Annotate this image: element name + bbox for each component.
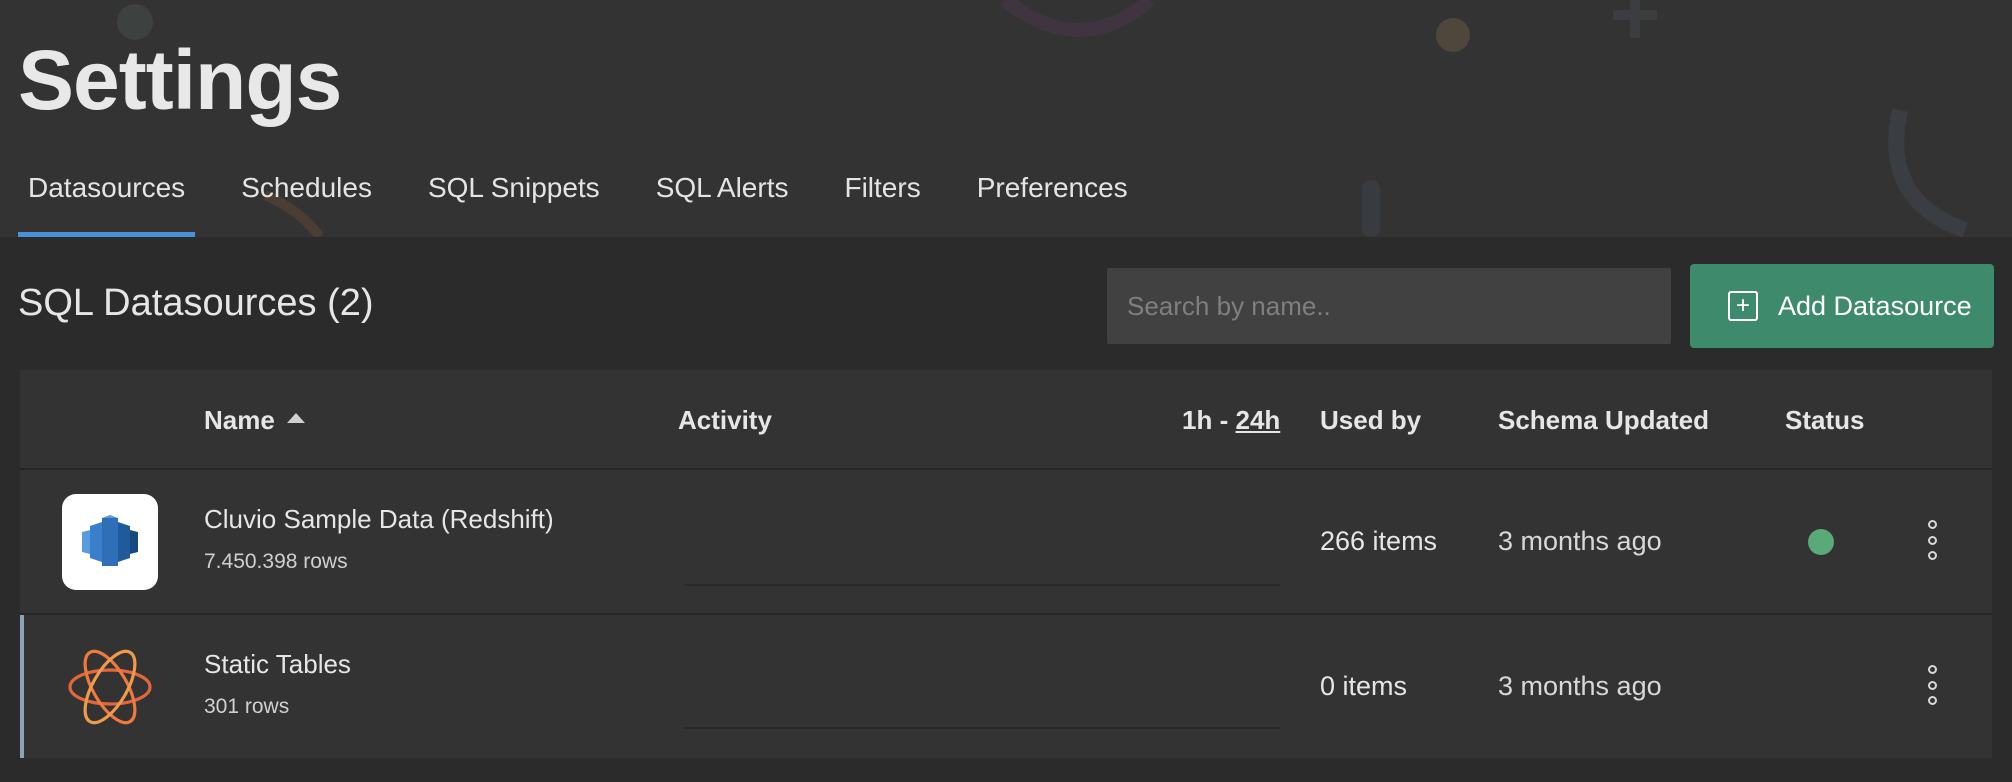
section-title: SQL Datasources (2) [18, 282, 374, 324]
more-options-icon[interactable] [1922, 520, 1942, 560]
schema-updated-time: 3 months ago [1498, 526, 1662, 556]
range-1h[interactable]: 1h [1182, 405, 1212, 435]
tab-datasources[interactable]: Datasources [18, 168, 196, 237]
datasource-name[interactable]: Cluvio Sample Data (Redshift) [204, 504, 554, 535]
tab-schedules[interactable]: Schedules [231, 168, 382, 237]
page-title: Settings [18, 33, 342, 127]
sort-ascending-icon [286, 413, 305, 423]
tab-preferences[interactable]: Preferences [967, 168, 1138, 237]
datasource-row-count: 7.450.398 rows [204, 550, 348, 573]
used-by-count: 0 items [1320, 671, 1408, 701]
search-input[interactable] [1107, 268, 1671, 344]
more-options-icon[interactable] [1922, 665, 1942, 705]
table-row[interactable]: Static Tables 301 rows 0 items 3 months … [20, 615, 1992, 758]
datasource-name[interactable]: Static Tables [204, 649, 351, 680]
tab-filters[interactable]: Filters [834, 168, 930, 237]
activity-column-header: Activity [678, 405, 772, 435]
tab-sql-snippets[interactable]: SQL Snippets [418, 168, 610, 237]
activity-range-toggle: 1h - 24h [1182, 405, 1280, 436]
status-ok-icon [1808, 529, 1834, 555]
redshift-icon [62, 494, 158, 590]
activity-sparkline [684, 584, 1280, 586]
schema-updated-column-header: Schema Updated [1498, 405, 1709, 435]
name-header-label: Name [204, 405, 275, 435]
atom-icon [62, 639, 158, 735]
name-column-header[interactable]: Name [204, 405, 305, 436]
add-datasource-button[interactable]: + Add Datasource [1690, 264, 1994, 348]
datasources-table: Name Activity 1h - 24h Used by Schema Up… [20, 370, 1992, 758]
plus-square-icon: + [1728, 291, 1758, 321]
range-24h[interactable]: 24h [1235, 405, 1280, 435]
schema-updated-time: 3 months ago [1498, 671, 1662, 701]
status-column-header: Status [1785, 405, 1865, 435]
table-row[interactable]: Cluvio Sample Data (Redshift) 7.450.398 … [20, 470, 1992, 615]
range-separator: - [1219, 405, 1229, 435]
table-header: Name Activity 1h - 24h Used by Schema Up… [20, 370, 1992, 470]
add-datasource-label: Add Datasource [1778, 290, 1972, 321]
page-header: Settings Datasources Schedules SQL Snipp… [0, 0, 2012, 237]
used-by-count: 266 items [1320, 526, 1438, 556]
activity-sparkline [684, 727, 1280, 729]
settings-tabs: Datasources Schedules SQL Snippets SQL A… [18, 168, 1174, 237]
tab-sql-alerts[interactable]: SQL Alerts [646, 168, 799, 237]
used-by-column-header: Used by [1320, 405, 1422, 435]
datasource-row-count: 301 rows [204, 695, 290, 718]
